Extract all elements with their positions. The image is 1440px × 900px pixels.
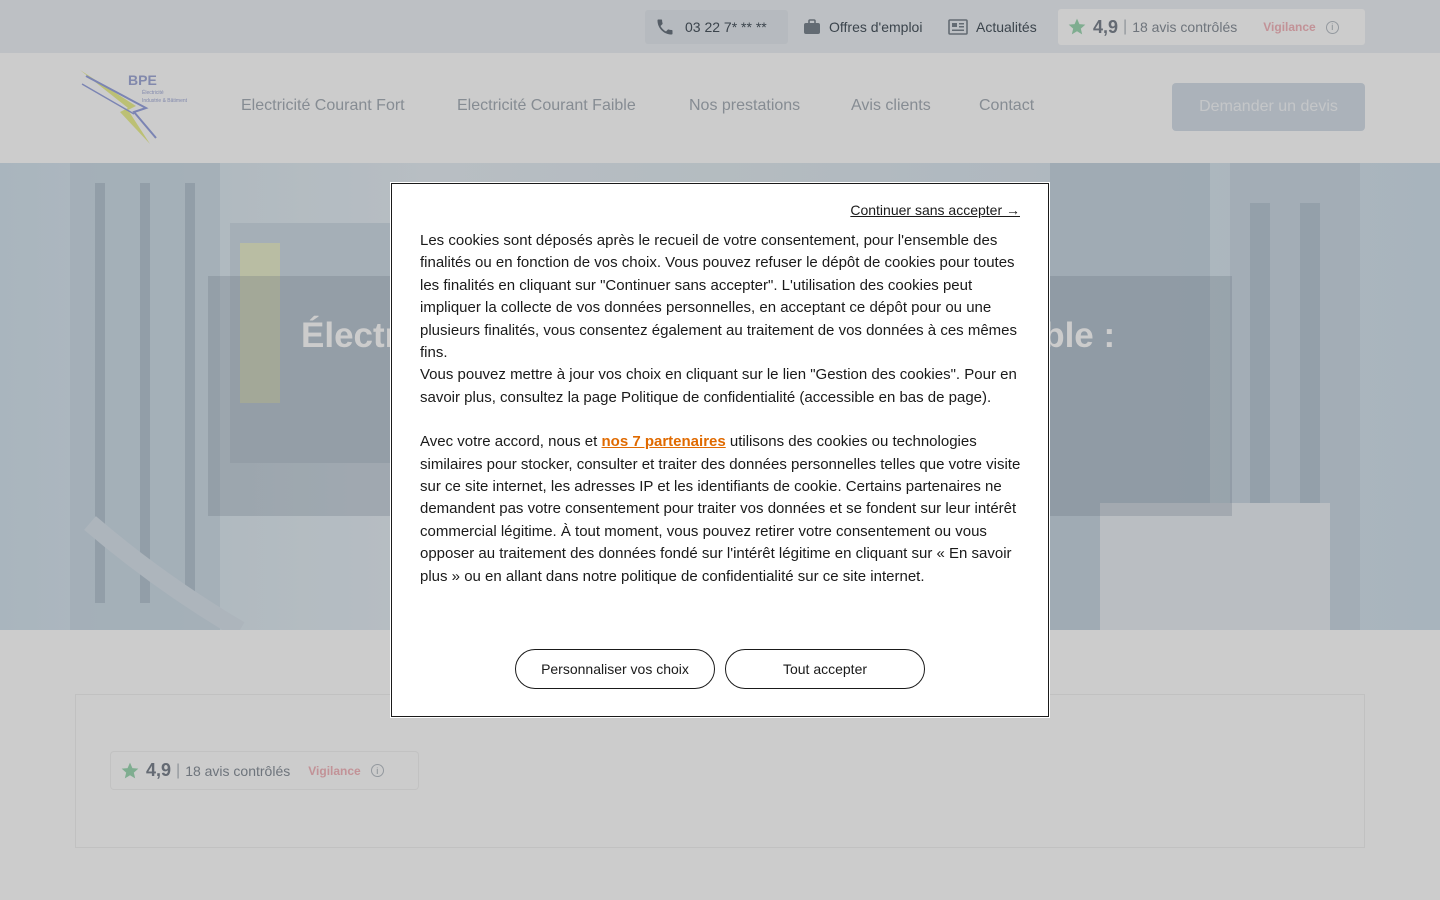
customize-choices-button[interactable]: Personnaliser vos choix [515,649,715,689]
continue-without-accepting-link[interactable]: Continuer sans accepter → [850,202,1020,218]
accept-all-button[interactable]: Tout accepter [725,649,925,689]
cookie-consent-dialog: Continuer sans accepter → Les cookies so… [391,183,1049,717]
partners-link[interactable]: nos 7 partenaires [602,433,726,450]
cookie-consent-text: Les cookies sont déposés après le recuei… [420,230,1024,588]
cookie-paragraph-3: Avec votre accord, nous et nos 7 partena… [420,431,1024,588]
cookie-paragraph-3-end: utilisons des cookies ou technologies si… [420,433,1021,585]
cookie-paragraph-2: Vous pouvez mettre à jour vos choix en c… [420,366,1017,406]
cookie-paragraph-3-start: Avec votre accord, nous et [420,433,602,451]
cookie-paragraph-1: Les cookies sont déposés après le recuei… [420,232,1017,362]
